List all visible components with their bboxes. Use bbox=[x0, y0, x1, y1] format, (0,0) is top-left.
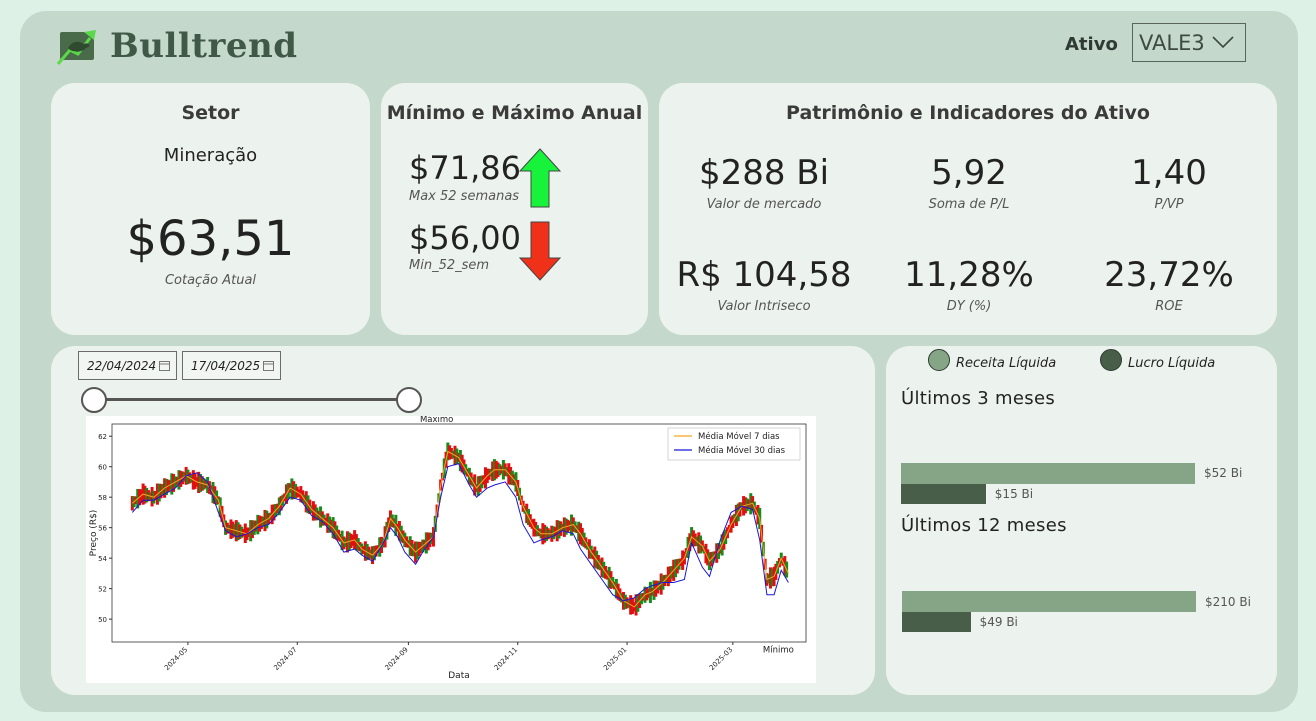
chevron-down-icon bbox=[1212, 36, 1234, 49]
profit-bar-12m-value: $49 Bi bbox=[979, 615, 1018, 629]
indicators-card-title: Patrimônio e Indicadores do Ativo bbox=[786, 102, 1150, 124]
chart-annotation: Máximo bbox=[420, 416, 453, 425]
x-tick-label: 2024-11 bbox=[493, 646, 519, 672]
sector-card: Setor Mineração $63,51 Cotação Atual bbox=[51, 83, 370, 335]
logo: Bulltrend bbox=[56, 26, 298, 66]
max-value: $71,86 bbox=[409, 149, 521, 187]
calendar-icon bbox=[263, 361, 274, 371]
revenue-legend-dot bbox=[928, 349, 950, 371]
y-tick-label: 58 bbox=[98, 494, 107, 502]
logo-text: Bulltrend bbox=[110, 26, 298, 66]
indicator-pvp: 1,40 P/VP bbox=[1069, 153, 1269, 212]
indicator-roe: 23,72% ROE bbox=[1069, 255, 1269, 314]
profit-bar-12m bbox=[902, 612, 971, 632]
period-label-3m: Últimos 3 meses bbox=[901, 388, 1055, 409]
profit-bar-3m bbox=[901, 484, 986, 504]
indicator-label: P/VP bbox=[1154, 197, 1184, 212]
current-price-caption: Cotação Atual bbox=[164, 273, 257, 288]
x-tick-label: 2024-09 bbox=[383, 646, 409, 672]
indicator-label: Valor Intriseco bbox=[717, 299, 811, 314]
indicator-value: 5,92 bbox=[931, 153, 1007, 193]
indicator-intrinsic: R$ 104,58 Valor Intriseco bbox=[659, 255, 869, 314]
y-tick-label: 50 bbox=[98, 616, 107, 624]
revenue-legend-label: Receita Líquida bbox=[956, 356, 1057, 371]
profit-bar-3m-value: $15 Bi bbox=[994, 487, 1034, 501]
profit-legend-label: Lucro Líquida bbox=[1128, 356, 1216, 371]
legend-label: Média Móvel 30 dias bbox=[698, 445, 786, 456]
bull-chart-icon bbox=[56, 30, 96, 65]
y-tick-label: 52 bbox=[98, 586, 107, 594]
indicator-pl: 5,92 Soma de P/L bbox=[869, 153, 1069, 212]
indicator-market-value: $288 Bi Valor de mercado bbox=[659, 153, 869, 212]
y-tick-label: 54 bbox=[98, 555, 107, 563]
chart-annotation: Mínimo bbox=[763, 645, 794, 655]
min-caption: Min_52_sem bbox=[409, 258, 490, 273]
max-caption: Max 52 semanas bbox=[409, 189, 520, 204]
indicator-label: Soma de P/L bbox=[928, 197, 1010, 212]
indicator-dy: 11,28% DY (%) bbox=[869, 255, 1069, 314]
date-range-end-handle[interactable] bbox=[396, 387, 422, 413]
indicator-value: $288 Bi bbox=[698, 153, 830, 193]
arrow-up-icon bbox=[518, 148, 562, 208]
min-value: $56,00 bbox=[409, 219, 521, 257]
x-tick-label: 2024-07 bbox=[272, 646, 298, 672]
start-date-value: 22/04/2024 bbox=[87, 358, 157, 373]
date-range-start-handle[interactable] bbox=[81, 387, 107, 413]
y-tick-label: 60 bbox=[98, 464, 107, 472]
x-tick-label: 2025-01 bbox=[602, 646, 628, 672]
indicators-card: Patrimônio e Indicadores do Ativo $288 B… bbox=[659, 83, 1277, 335]
x-tick-label: 2025-03 bbox=[708, 646, 734, 672]
x-axis-label: Data bbox=[448, 671, 470, 681]
price-chart: 50 52 54 56 58 60 62 2024-05 2024-07 2024-09 2024-… bbox=[86, 415, 816, 683]
revenue-bar-3m-value: $52 Bi bbox=[1204, 466, 1243, 480]
legend-label: Média Móvel 7 dias bbox=[698, 431, 780, 442]
profit-legend-dot bbox=[1100, 349, 1122, 371]
asset-select-value: VALE3 bbox=[1139, 30, 1205, 55]
asset-label: Ativo bbox=[1065, 34, 1118, 55]
revenue-bar-12m bbox=[902, 591, 1196, 612]
indicator-label: DY (%) bbox=[946, 299, 992, 314]
price-chart-svg: 50 52 54 56 58 60 62 2024-05 2024-07 2024-09 2024-… bbox=[89, 415, 807, 681]
minmax-card: Mínimo e Máximo Anual $71,86 Max 52 sema… bbox=[381, 83, 648, 335]
asset-select[interactable]: VALE3 bbox=[1132, 23, 1246, 62]
end-date-value: 17/04/2025 bbox=[191, 358, 261, 373]
y-axis-label: Preço (R$) bbox=[89, 510, 99, 557]
date-range-slider-track[interactable] bbox=[94, 398, 410, 401]
current-price: $63,51 bbox=[126, 211, 295, 267]
arrow-down-icon bbox=[518, 221, 562, 281]
indicator-label: Valor de mercado bbox=[706, 197, 822, 212]
x-tick-label: 2024-05 bbox=[163, 646, 189, 672]
indicator-value: R$ 104,58 bbox=[676, 255, 852, 295]
revenue-bar-12m-value: $210 Bi bbox=[1205, 595, 1251, 609]
indicator-value: 11,28% bbox=[904, 255, 1034, 295]
end-date-input[interactable]: 17/04/2025 bbox=[182, 351, 281, 380]
indicator-value: 23,72% bbox=[1104, 255, 1234, 295]
indicator-value: 1,40 bbox=[1131, 153, 1207, 193]
indicator-label: ROE bbox=[1155, 299, 1183, 314]
revenue-bar-3m bbox=[901, 463, 1195, 484]
y-tick-label: 62 bbox=[98, 433, 107, 441]
sector-card-title: Setor bbox=[181, 102, 240, 124]
minmax-card-title: Mínimo e Máximo Anual bbox=[386, 102, 643, 124]
y-tick-label: 56 bbox=[98, 525, 107, 533]
start-date-input[interactable]: 22/04/2024 bbox=[78, 351, 177, 380]
calendar-icon bbox=[159, 361, 170, 371]
period-label-12m: Últimos 12 meses bbox=[901, 515, 1067, 536]
sector-name: Mineração bbox=[163, 145, 258, 166]
